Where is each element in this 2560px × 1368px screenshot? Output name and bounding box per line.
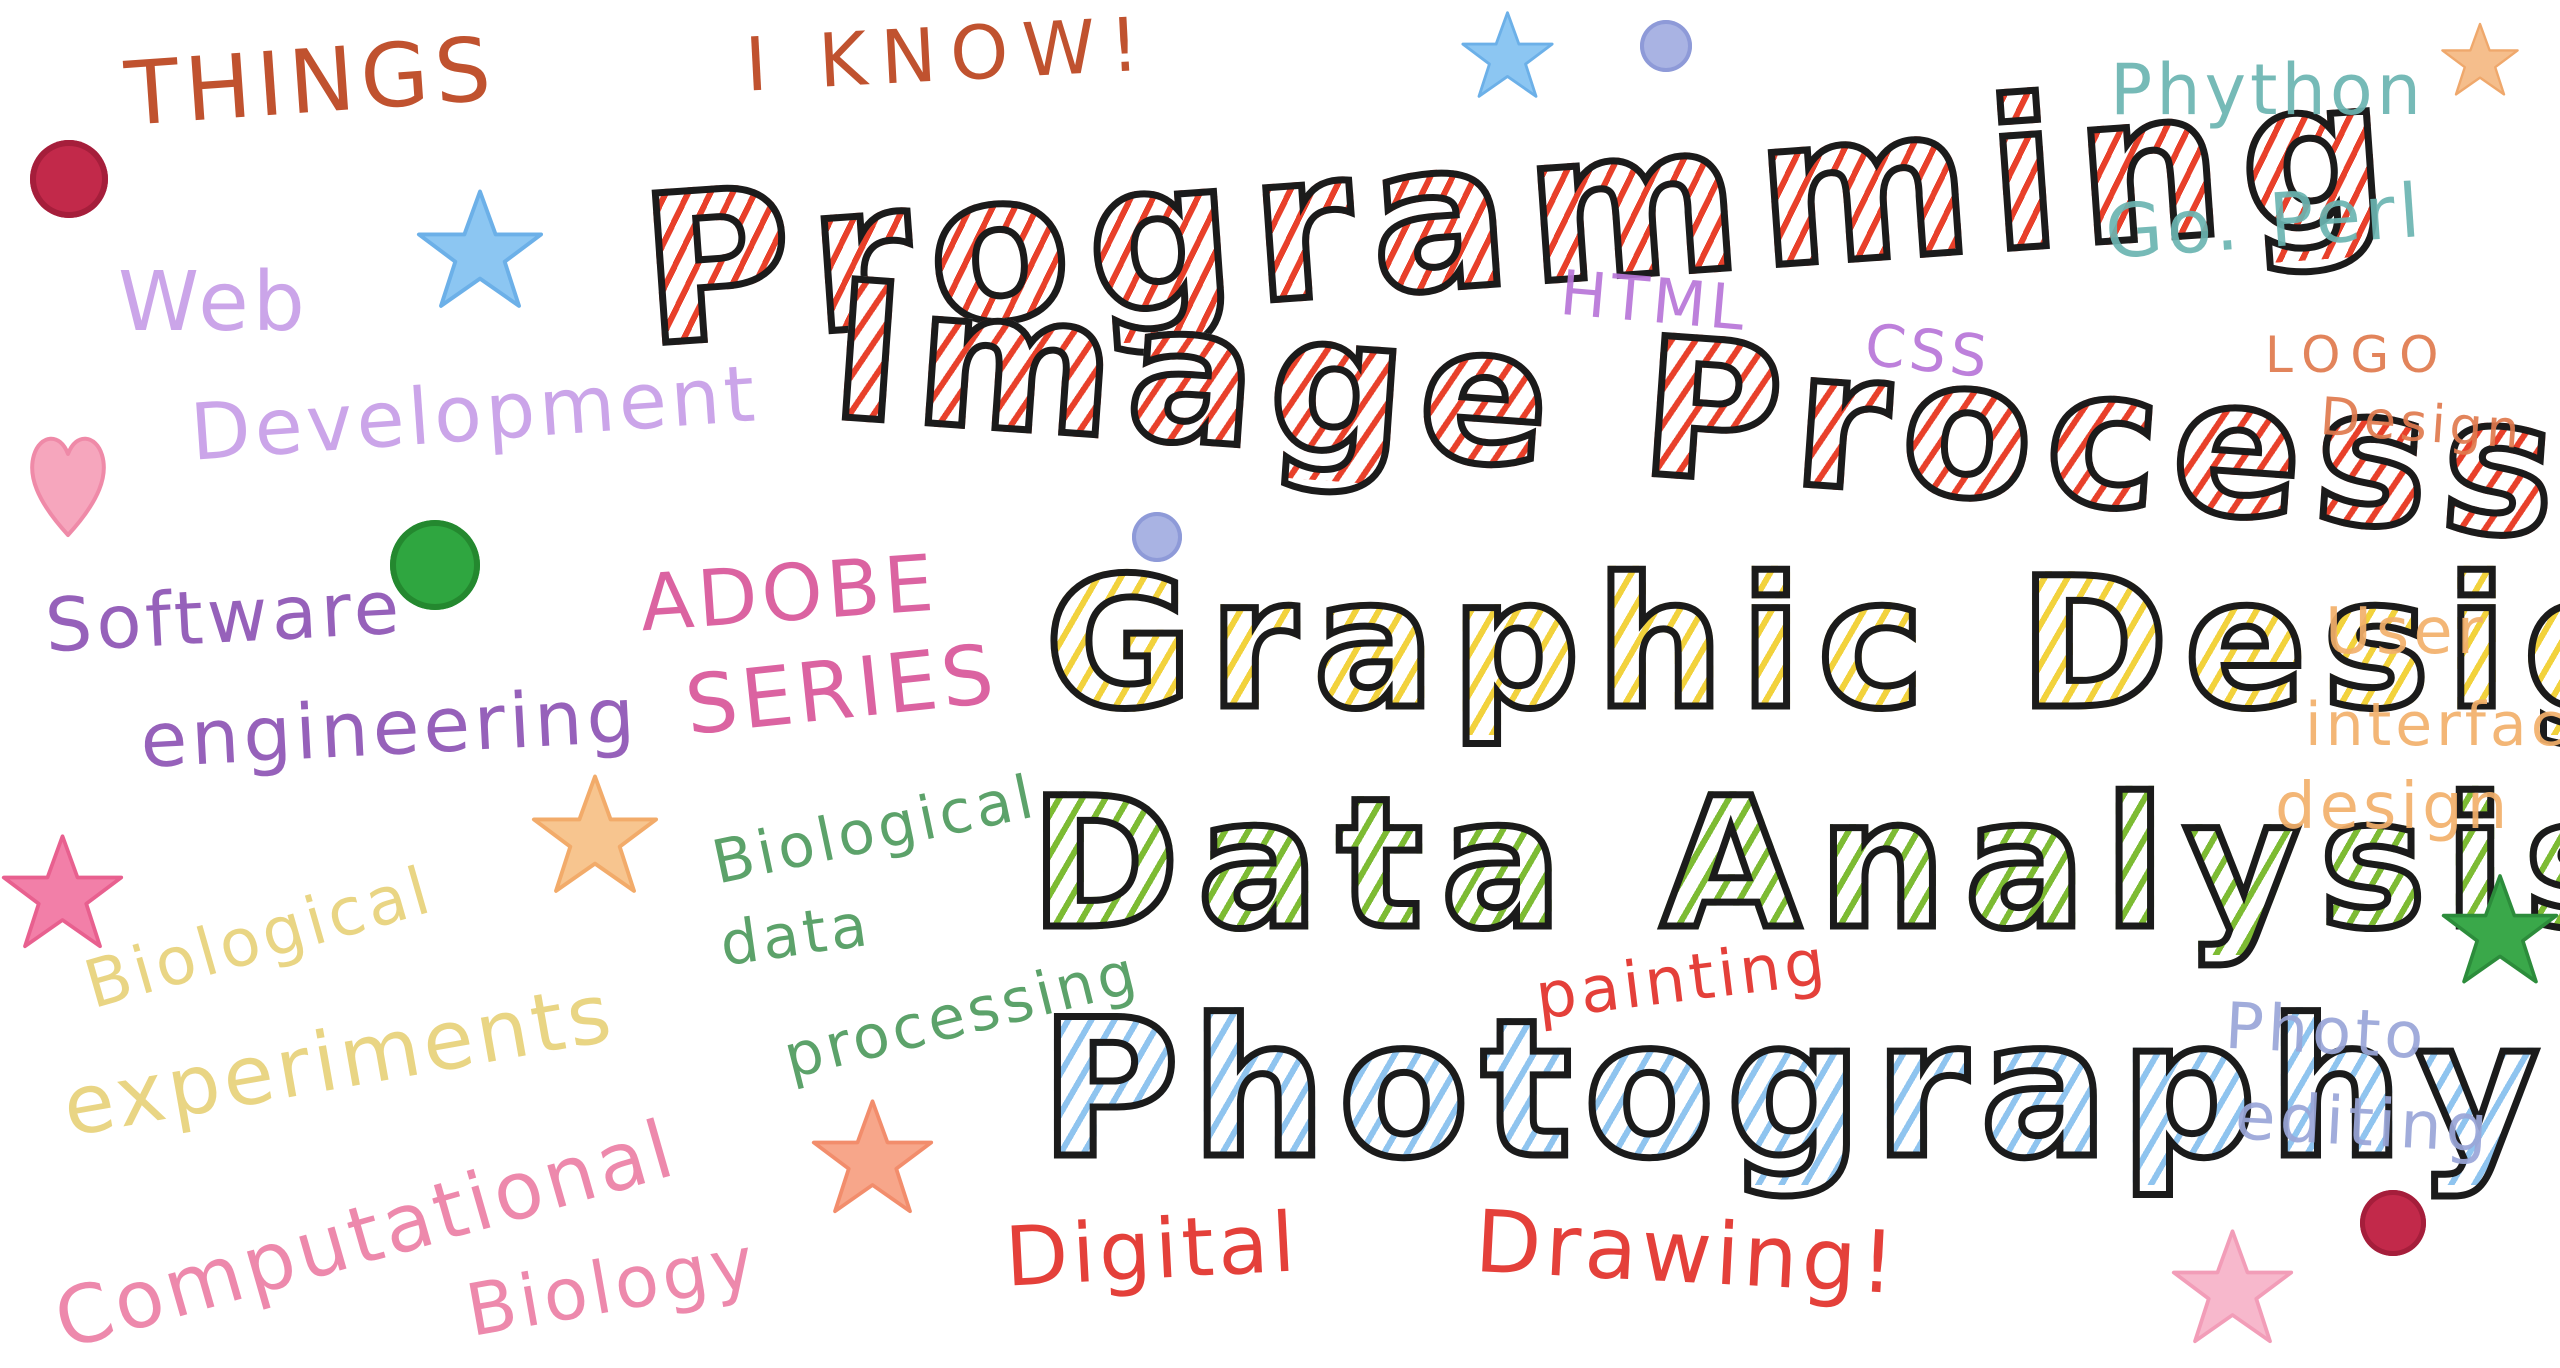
dot-icon	[2360, 1190, 2426, 1256]
star-icon	[2441, 874, 2559, 984]
word-editing: editing	[2233, 1077, 2494, 1168]
star-icon	[416, 189, 544, 308]
heading-things: THINGS	[121, 17, 500, 146]
word-biological-exp: Biological	[76, 851, 442, 1024]
word-software: Software	[42, 564, 406, 670]
word-user: User	[2325, 595, 2487, 669]
word-biological-data: Biological	[706, 761, 1043, 899]
star-icon	[531, 774, 659, 893]
word-go-perl: Go. Perl	[2102, 167, 2427, 277]
word-drawing: Drawing!	[1472, 1191, 1902, 1315]
word-adobe: ADOBE	[637, 538, 941, 650]
word-css: CSS	[1861, 310, 1995, 392]
star-icon	[2441, 22, 2519, 96]
dot-icon	[1132, 512, 1182, 562]
word-html: HTML	[1557, 255, 1752, 346]
star-icon	[811, 1099, 934, 1214]
word-data: data	[715, 889, 876, 981]
word-engineering: engineering	[137, 670, 641, 785]
heading-i-know: I KNOW!	[743, 1, 1156, 109]
word-interface: interface	[2305, 690, 2560, 760]
dot-icon	[30, 140, 108, 218]
star-icon	[1461, 11, 1554, 98]
heart-icon	[30, 436, 106, 537]
word-logo-design: Design	[2318, 386, 2526, 462]
word-interface-design: design	[2275, 770, 2512, 844]
dot-icon	[390, 520, 480, 610]
word-development: Development	[187, 349, 762, 479]
star-icon	[2171, 1229, 2294, 1344]
word-logo: LOGO	[2265, 326, 2449, 384]
word-series: SERIES	[680, 626, 1002, 755]
dot-icon	[1640, 20, 1692, 72]
word-web: Web	[118, 255, 309, 350]
word-cloud-canvas: THINGS I KNOW! Programming Image Process…	[0, 0, 2560, 1368]
star-icon	[1, 834, 124, 949]
word-biology: Biology	[459, 1219, 764, 1353]
word-digital: Digital	[1002, 1195, 1302, 1306]
word-photo: Photo	[2223, 989, 2430, 1075]
word-phython: Phython	[2110, 49, 2426, 131]
